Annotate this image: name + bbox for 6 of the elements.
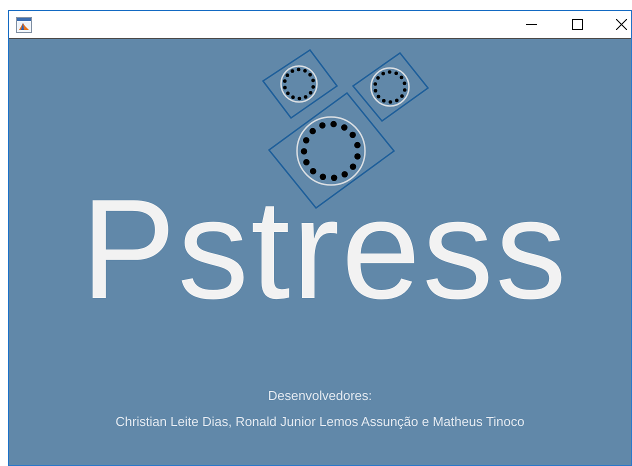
maximize-icon[interactable]: [572, 19, 583, 30]
credits-heading: Desenvolvedores:: [268, 387, 372, 405]
close-icon[interactable]: [616, 19, 627, 30]
credits-names: Christian Leite Dias, Ronald Junior Lemos Assunção e Matheus Tinoco: [116, 413, 524, 431]
app-title: Pstress: [81, 179, 568, 321]
app-icon: [16, 16, 32, 32]
